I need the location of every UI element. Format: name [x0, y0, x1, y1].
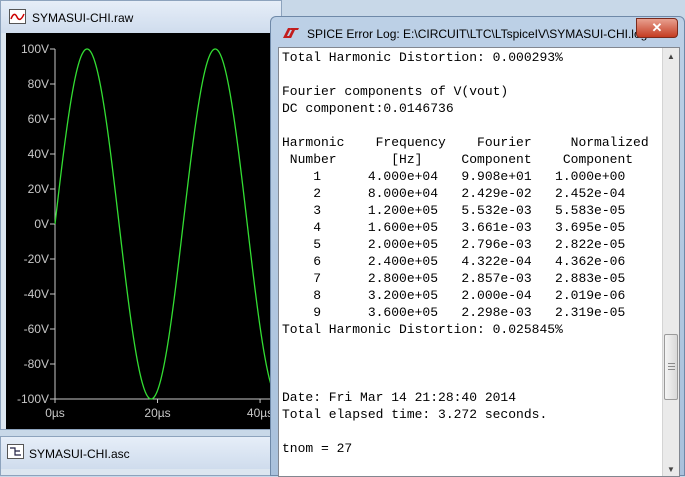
log-line: 7 2.800e+05 2.857e-03 2.883e-05 [282, 271, 626, 286]
waveform-window-title: SYMASUI-CHI.raw [32, 11, 134, 25]
spice-log-window[interactable]: SPICE Error Log: E:\CIRCUIT\LTC\LTspiceI… [270, 16, 685, 477]
log-line: Total Harmonic Distortion: 0.000293% [282, 50, 563, 65]
log-line: Total elapsed time: 3.272 seconds. [282, 407, 548, 422]
waveform-icon [9, 9, 26, 24]
y-tick-label: -40V [24, 287, 49, 301]
log-line: 3 1.200e+05 5.532e-03 5.583e-05 [282, 203, 626, 218]
scroll-up-arrow-icon[interactable]: ▲ [663, 48, 679, 65]
log-text: Total Harmonic Distortion: 0.000293% Four… [282, 49, 649, 457]
y-tick-label: 60V [28, 112, 49, 126]
schematic-window-title: SYMASUI-CHI.asc [29, 447, 130, 461]
log-line: Total Harmonic Distortion: 0.025845% [282, 322, 563, 337]
log-line: 8 3.200e+05 2.000e-04 2.019e-06 [282, 288, 626, 303]
vertical-scrollbar[interactable]: ▲ ▼ [662, 48, 679, 476]
log-line: tnom = 27 [282, 441, 353, 456]
log-line: Date: Fri Mar 14 21:28:40 2014 [282, 390, 517, 405]
scrollbar-thumb[interactable] [664, 334, 678, 400]
ltspice-logo-icon [283, 28, 299, 38]
log-line: 9 3.600e+05 2.298e-03 2.319e-05 [282, 305, 626, 320]
log-line: 5 2.000e+05 2.796e-03 2.822e-05 [282, 237, 626, 252]
spice-log-titlebar[interactable]: SPICE Error Log: E:\CIRCUIT\LTC\LTspiceI… [271, 17, 684, 47]
schematic-window[interactable]: SYMASUI-CHI.asc [0, 436, 282, 476]
y-tick-label: -20V [24, 252, 49, 266]
y-tick-label: -80V [24, 357, 49, 371]
close-button[interactable]: ✕ [636, 18, 678, 38]
waveform-window[interactable]: SYMASUI-CHI.raw 100V 80V 60V 40V 20V 0V -20V -4… [0, 0, 282, 430]
y-tick-label: 40V [28, 147, 49, 161]
log-line: 2 8.000e+04 2.429e-02 2.452e-04 [282, 186, 626, 201]
log-line: Number [Hz] Component Component [282, 152, 634, 167]
x-tick-label: 20µs [144, 406, 170, 420]
log-line: 1 4.000e+04 9.908e+01 1.000e+00 [282, 169, 626, 184]
log-line: 4 1.600e+05 3.661e-03 3.695e-05 [282, 220, 626, 235]
log-line: 6 2.400e+05 4.322e-04 4.362e-06 [282, 254, 626, 269]
x-tick-label: 0µs [45, 406, 65, 420]
series-line-vout [54, 48, 278, 400]
schematic-icon [7, 444, 24, 459]
y-tick-label: 100V [21, 42, 49, 56]
log-line: DC component:0.0146736 [282, 101, 454, 116]
waveform-chart: 100V 80V 60V 40V 20V 0V -20V -40V -60V -80V -100V0… [17, 42, 278, 420]
y-tick-label: 80V [28, 77, 49, 91]
log-line: Harmonic Frequency Fourier Normalized [282, 135, 649, 150]
schematic-window-titlebar[interactable]: SYMASUI-CHI.asc [1, 437, 281, 469]
y-tick-label: 20V [28, 182, 49, 196]
waveform-plot[interactable]: 100V 80V 60V 40V 20V 0V -20V -40V -60V -80V -100V 0… [6, 33, 278, 429]
y-tick-label: 0V [34, 217, 49, 231]
scroll-down-arrow-icon[interactable]: ▼ [663, 461, 679, 476]
y-tick-label: -60V [24, 322, 49, 336]
waveform-window-titlebar[interactable]: SYMASUI-CHI.raw [1, 1, 281, 33]
y-tick-label: -100V [17, 392, 49, 406]
spice-log-title: SPICE Error Log: E:\CIRCUIT\LTC\LTspiceI… [307, 27, 648, 41]
log-line: Fourier components of V(vout) [282, 84, 509, 99]
log-text-area[interactable]: Total Harmonic Distortion: 0.000293% Four… [278, 47, 680, 477]
